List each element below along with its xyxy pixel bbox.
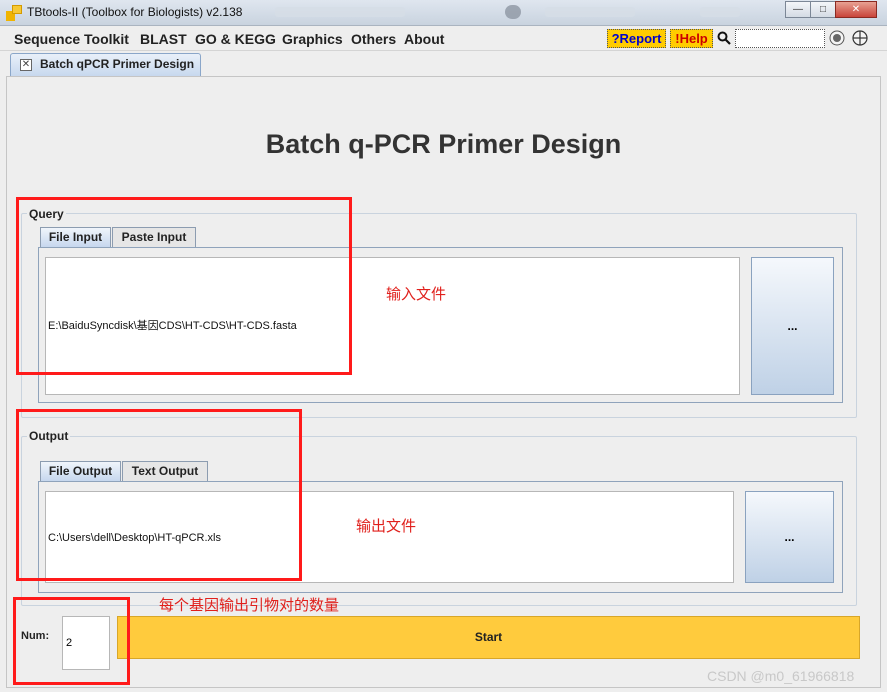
search-input[interactable] — [735, 29, 825, 48]
annotation-output-note: 输出文件 — [356, 517, 417, 535]
tab-close-icon[interactable]: ✕ — [20, 59, 32, 71]
blurred-region — [700, 7, 740, 17]
watermark: CSDN @m0_61966818 — [707, 668, 855, 684]
close-button[interactable]: ✕ — [835, 1, 877, 18]
start-button[interactable]: Start — [117, 616, 860, 659]
annotation-box-input — [16, 197, 352, 375]
report-button[interactable]: ?Report — [607, 29, 666, 48]
layout-grid-icon[interactable] — [852, 30, 868, 46]
page-title: Batch q-PCR Primer Design — [265, 129, 622, 159]
annotation-num-note: 每个基因输出引物对的数量 — [159, 596, 340, 614]
maximize-button[interactable]: □ — [810, 1, 836, 18]
radio-icon[interactable] — [829, 30, 845, 46]
query-browse-button[interactable]: ... — [751, 257, 834, 395]
blurred-region — [275, 7, 405, 17]
app-logo-icon — [6, 5, 22, 21]
search-icon[interactable] — [717, 31, 731, 45]
annotation-input-note: 输入文件 — [386, 285, 447, 303]
tab-label: Batch qPCR Primer Design — [40, 57, 195, 71]
help-button[interactable]: !Help — [670, 29, 713, 48]
blurred-icon — [505, 5, 521, 19]
menu-blast[interactable]: BLAST — [140, 31, 187, 47]
tab-batch-qpcr-primer-design[interactable]: ✕ Batch qPCR Primer Design — [10, 53, 201, 76]
menu-about[interactable]: About — [404, 31, 444, 47]
blurred-region — [545, 7, 635, 17]
annotation-box-num — [13, 597, 130, 685]
menu-sequence-toolkit[interactable]: Sequence Toolkit — [14, 31, 129, 47]
menu-go-kegg[interactable]: GO & KEGG — [195, 31, 276, 47]
title-bar: TBtools-II (Toolbox for Biologists) v2.1… — [0, 0, 887, 26]
menu-others[interactable]: Others — [351, 31, 396, 47]
window-title: TBtools-II (Toolbox for Biologists) v2.1… — [27, 5, 243, 19]
output-browse-button[interactable]: ... — [745, 491, 834, 583]
annotation-box-output — [16, 409, 302, 581]
menu-graphics[interactable]: Graphics — [282, 31, 343, 47]
minimize-button[interactable]: — — [785, 1, 811, 18]
